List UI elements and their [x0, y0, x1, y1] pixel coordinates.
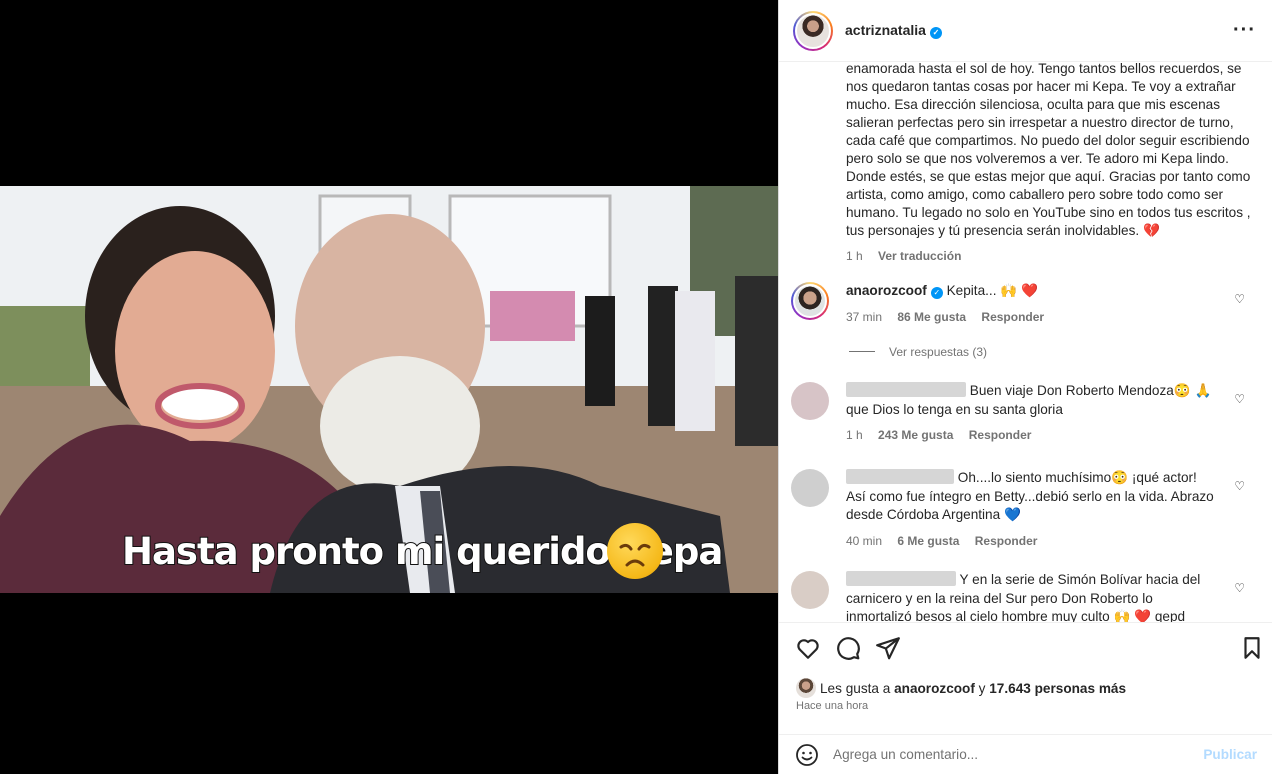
publish-button[interactable]: Publicar — [1203, 747, 1257, 762]
commenter-avatar[interactable] — [791, 282, 829, 320]
comments-list[interactable]: enamorada hasta el sol de hoy. Tengo tan… — [779, 62, 1272, 622]
comment-icon[interactable] — [835, 635, 861, 661]
translate-link[interactable]: Ver traducción — [878, 249, 961, 263]
blurred-username[interactable] — [846, 469, 954, 484]
blurred-username[interactable] — [846, 382, 966, 397]
commenter-avatar[interactable] — [791, 469, 829, 507]
likes-prefix: Les gusta a — [820, 680, 891, 696]
comment-text: Kepita... 🙌 ❤️ — [946, 283, 1038, 298]
caption-time[interactable]: 1 h — [846, 249, 863, 263]
view-replies-button[interactable]: Ver respuestas (3) — [849, 345, 987, 359]
like-comment-heart-icon[interactable]: ♡ — [1234, 479, 1245, 493]
post-media[interactable]: Hasta pronto mi querido Kepa — [0, 0, 778, 774]
author-avatar[interactable] — [793, 10, 833, 51]
share-paper-plane-icon[interactable] — [875, 635, 901, 661]
emoji-icon[interactable] — [795, 743, 819, 767]
comment-time[interactable]: 1 h — [846, 428, 863, 442]
verified-badge-icon: ✓ — [929, 27, 942, 39]
like-comment-heart-icon[interactable]: ♡ — [1234, 392, 1245, 406]
post-actions: Les gusta a anaorozcoof y 17.643 persona… — [779, 622, 1272, 734]
bookmark-icon[interactable] — [1239, 635, 1265, 661]
caption-text: enamorada hasta el sol de hoy. Tengo tan… — [846, 62, 1251, 238]
post-header: actriznatalia ✓ ··· — [779, 0, 1272, 62]
post-side-panel: actriznatalia ✓ ··· enamorada hasta el so… — [778, 0, 1272, 774]
author-username[interactable]: actriznatalia ✓ — [845, 22, 942, 39]
blurred-username[interactable] — [846, 571, 956, 586]
like-comment-heart-icon[interactable]: ♡ — [1234, 292, 1245, 306]
more-options-icon[interactable]: ··· — [1233, 19, 1256, 42]
reply-button[interactable]: Responder — [981, 310, 1044, 324]
commenter-avatar[interactable] — [791, 571, 829, 609]
verified-badge-icon: ✓ — [930, 287, 943, 299]
view-replies-text[interactable]: Ver respuestas (3) — [889, 345, 987, 359]
like-heart-icon[interactable] — [795, 635, 821, 661]
comment-likes[interactable]: 243 Me gusta — [878, 428, 953, 442]
commenter-username[interactable]: anaorozcoof — [846, 283, 927, 298]
liker-avatar[interactable] — [796, 678, 816, 698]
comment-input[interactable] — [833, 747, 1204, 762]
likes-conjunction: y — [978, 680, 986, 696]
comment-likes[interactable]: 6 Me gusta — [897, 534, 959, 548]
reply-button[interactable]: Responder — [969, 428, 1032, 442]
likes-count[interactable]: 17.643 personas más — [989, 681, 1126, 696]
comment-likes[interactable]: 86 Me gusta — [897, 310, 966, 324]
replies-divider — [849, 351, 875, 352]
comment-time[interactable]: 37 min — [846, 310, 882, 324]
liker-username[interactable]: anaorozcoof — [894, 681, 975, 696]
likes-summary: Les gusta a anaorozcoof y 17.643 persona… — [796, 678, 1126, 698]
post-time[interactable]: Hace una hora — [796, 700, 868, 712]
commenter-avatar[interactable] — [791, 382, 829, 420]
like-comment-heart-icon[interactable]: ♡ — [1234, 581, 1245, 595]
comment-time[interactable]: 40 min — [846, 534, 882, 548]
add-comment-bar: Publicar — [779, 734, 1272, 774]
post-caption: enamorada hasta el sol de hoy. Tengo tan… — [846, 62, 1258, 265]
reply-button[interactable]: Responder — [975, 534, 1038, 548]
author-username-text[interactable]: actriznatalia — [845, 22, 926, 38]
disappointed-face-icon — [607, 523, 663, 579]
